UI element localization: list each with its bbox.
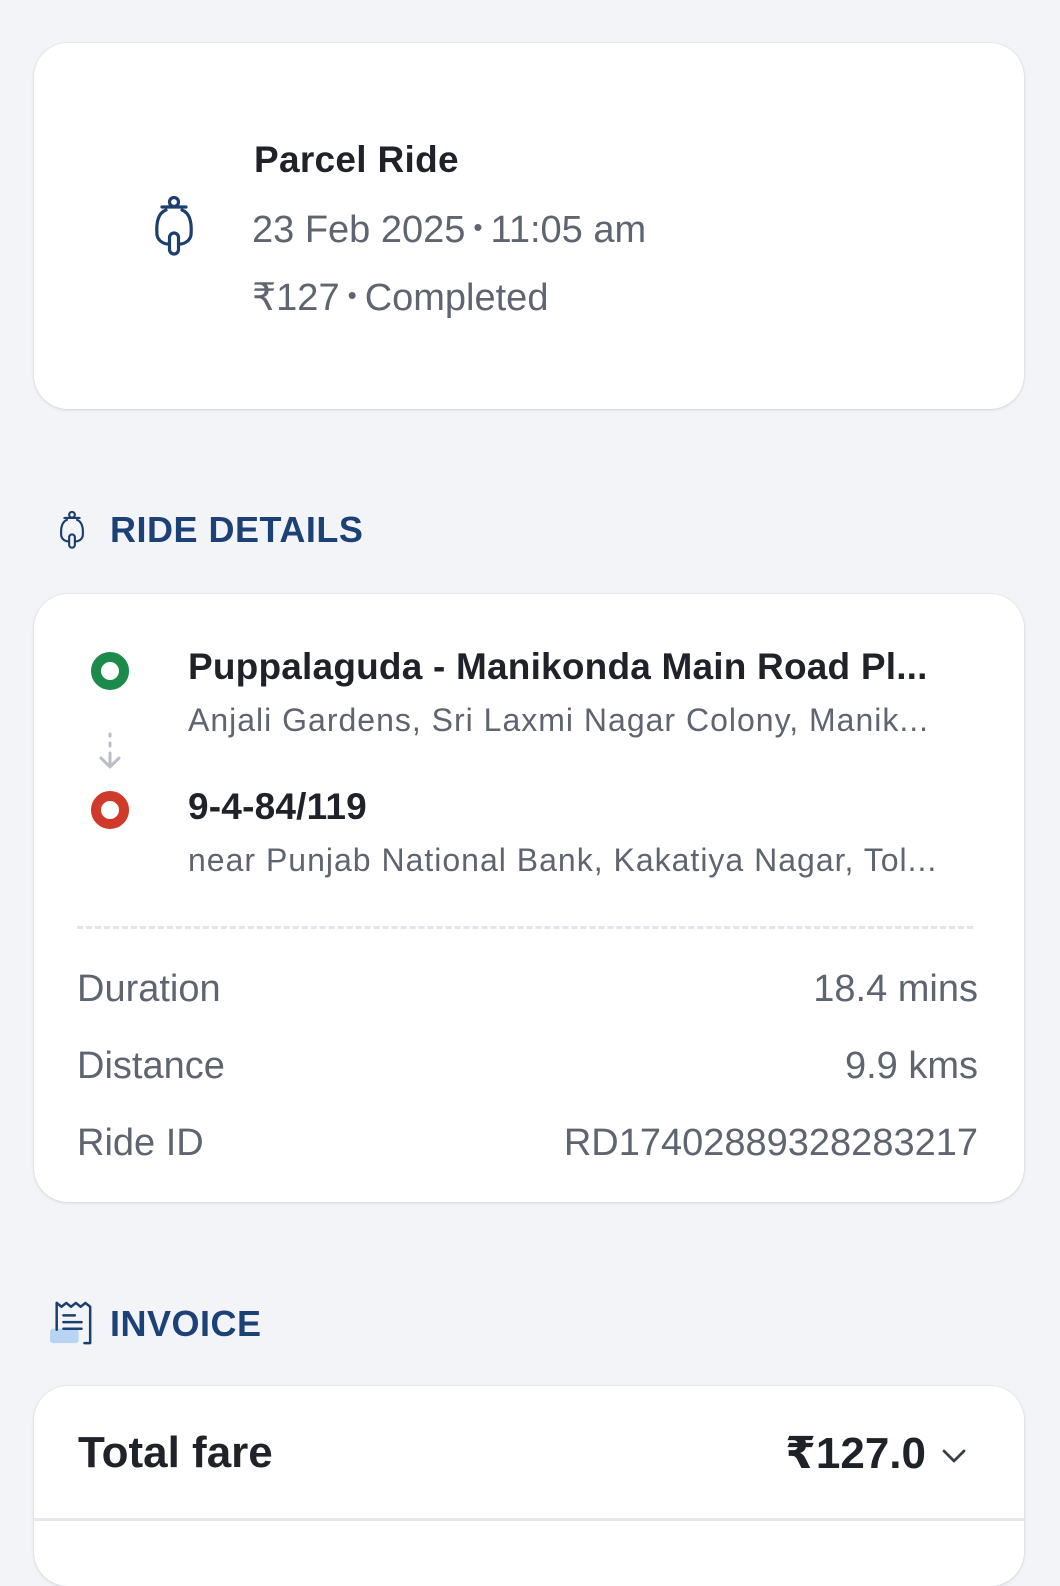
pickup-marker-icon [91, 652, 129, 690]
scooter-icon [144, 193, 204, 259]
invoice-divider [34, 1518, 1024, 1521]
ride-details-header: RIDE DETAILS [50, 500, 363, 560]
pickup-location-title: Puppalaguda - Manikonda Main Road Pl... [188, 646, 928, 687]
ride-price: ₹127 [252, 277, 340, 319]
ride-id-value: RD17402889328283217 [563, 1122, 978, 1164]
route-arrow-icon [94, 730, 126, 776]
ride-type-title: Parcel Ride [254, 139, 459, 180]
duration-value: 18.4 mins [813, 968, 978, 1010]
ride-datetime: 23 Feb 2025 • 11:05 am [252, 209, 646, 252]
separator-dot: • [473, 212, 483, 242]
receipt-icon [50, 1294, 94, 1354]
ride-date: 23 Feb 2025 [252, 209, 466, 251]
ride-details-title: RIDE DETAILS [110, 509, 364, 550]
total-fare-label: Total fare [78, 1428, 273, 1477]
ride-details-card: Puppalaguda - Manikonda Main Road Pl... … [34, 594, 1024, 1202]
drop-marker-icon [91, 791, 129, 829]
ride-time: 11:05 am [490, 209, 647, 251]
total-fare-value: ₹127.0 [785, 1429, 926, 1478]
distance-value: 9.9 kms [844, 1045, 978, 1087]
dashed-divider [77, 926, 973, 929]
drop-location-title: 9-4-84/119 [188, 786, 367, 827]
ride-summary-card: Parcel Ride 23 Feb 2025 • 11:05 am ₹127 • Co… [34, 43, 1024, 409]
chevron-down-icon[interactable] [940, 1442, 968, 1470]
duration-label: Duration [77, 968, 221, 1010]
ride-price-status: ₹127 • Completed [252, 275, 548, 320]
invoice-card[interactable]: Total fare ₹127.0 [34, 1386, 1024, 1586]
separator-dot: • [347, 280, 357, 310]
invoice-title: INVOICE [110, 1303, 262, 1344]
pickup-location-address: Anjali Gardens, Sri Laxmi Nagar Colony, … [188, 702, 930, 738]
distance-label: Distance [77, 1045, 225, 1087]
drop-location-address: near Punjab National Bank, Kakatiya Naga… [188, 842, 938, 878]
scooter-icon [50, 500, 94, 560]
ride-status: Completed [364, 277, 549, 319]
invoice-header: INVOICE [50, 1294, 262, 1354]
ride-id-label: Ride ID [77, 1122, 204, 1164]
